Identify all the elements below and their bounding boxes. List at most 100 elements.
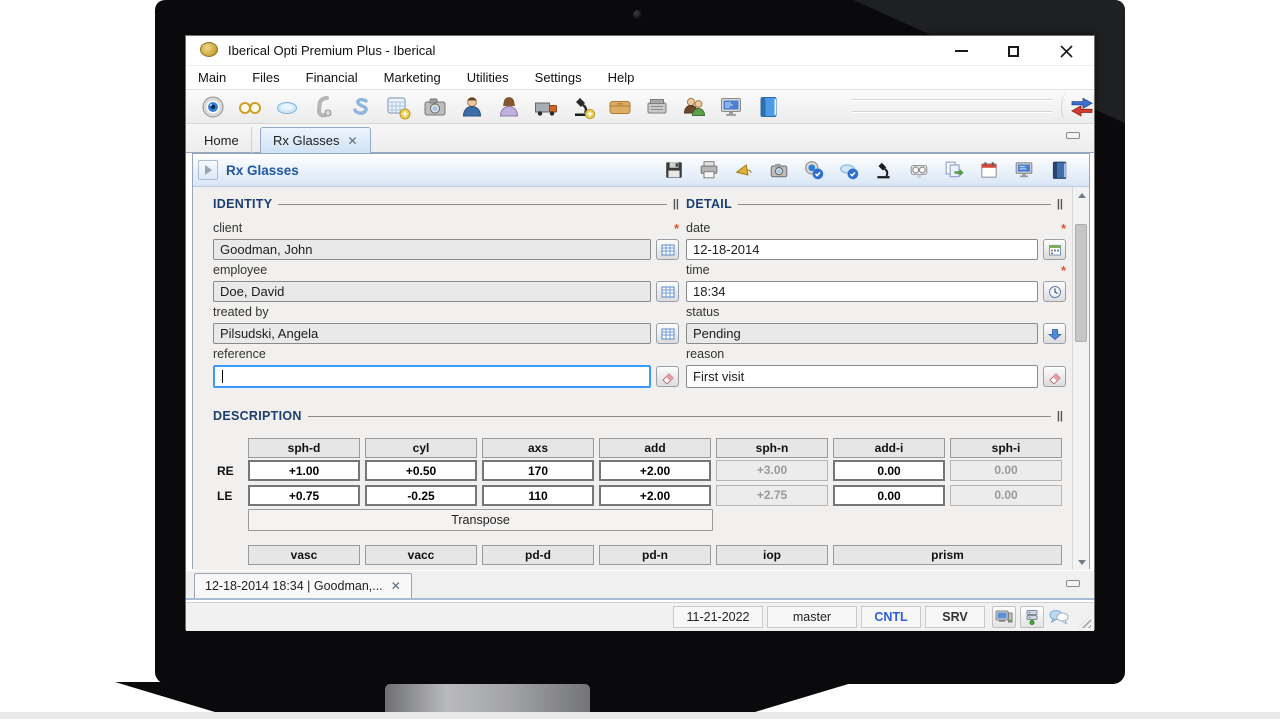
- status-field[interactable]: Pending: [686, 323, 1038, 344]
- pos-terminal-icon[interactable]: [718, 94, 744, 120]
- book-icon[interactable]: [755, 94, 781, 120]
- workstation-icon[interactable]: [992, 606, 1016, 628]
- lens-check-icon[interactable]: [839, 160, 859, 180]
- print-icon[interactable]: [699, 160, 719, 180]
- horn-icon[interactable]: [734, 160, 754, 180]
- hearing-aid-icon[interactable]: [311, 94, 337, 120]
- cell-le-sphd[interactable]: +0.75: [248, 485, 360, 506]
- record-tab-strip: 12-18-2014 18:34 | Goodman,... ✕: [186, 571, 1094, 600]
- collapse-panel-button[interactable]: [198, 160, 218, 180]
- microscope-icon[interactable]: [874, 160, 894, 180]
- cash-register-icon[interactable]: [644, 94, 670, 120]
- camera-icon[interactable]: [422, 94, 448, 120]
- menu-marketing[interactable]: Marketing: [384, 70, 441, 85]
- editor-tab-strip: Home Rx Glasses ✕: [186, 124, 1094, 153]
- tab-rx-glasses[interactable]: Rx Glasses ✕: [260, 127, 371, 153]
- description-title: DESCRIPTION: [213, 409, 302, 423]
- desk-strip: [0, 712, 1280, 719]
- save-icon[interactable]: [664, 160, 684, 180]
- col-header: sph-d: [248, 438, 360, 458]
- transpose-button[interactable]: Transpose: [248, 509, 713, 531]
- camera-small-icon[interactable]: [769, 160, 789, 180]
- network-server-icon[interactable]: [1020, 606, 1044, 628]
- cell-re-addi[interactable]: 0.00: [833, 460, 945, 481]
- copy-record-icon[interactable]: [944, 160, 964, 180]
- record-tab-label: 12-18-2014 18:34 | Goodman,...: [205, 579, 383, 593]
- cell-re-cyl[interactable]: +0.50: [365, 460, 477, 481]
- table-lookup-icon: [661, 285, 675, 299]
- chat-icon[interactable]: [1047, 606, 1071, 628]
- transfer-arrows-icon[interactable]: [1070, 96, 1094, 118]
- resize-grip[interactable]: [1078, 615, 1091, 628]
- cell-le-cyl[interactable]: -0.25: [365, 485, 477, 506]
- cell-re-axs[interactable]: 170: [482, 460, 594, 481]
- eye-icon[interactable]: [200, 94, 226, 120]
- record-tab-close-icon[interactable]: ✕: [391, 579, 401, 593]
- menu-main[interactable]: Main: [198, 70, 226, 85]
- supplier-truck-icon[interactable]: [533, 94, 559, 120]
- minimize-record-strip-icon[interactable]: [1066, 580, 1080, 587]
- menu-utilities[interactable]: Utilities: [467, 70, 509, 85]
- client-male-icon[interactable]: [459, 94, 485, 120]
- calendar-icon[interactable]: [979, 160, 999, 180]
- scrollbar-thumb[interactable]: [1075, 224, 1087, 342]
- status-date: 11-21-2022: [673, 606, 763, 628]
- reference-field[interactable]: [213, 365, 651, 388]
- calendar-add-icon[interactable]: [385, 94, 411, 120]
- maximize-button[interactable]: [998, 40, 1028, 62]
- vertical-scrollbar[interactable]: [1072, 187, 1089, 570]
- employee-lookup-button[interactable]: [656, 281, 679, 302]
- cell-re-add[interactable]: +2.00: [599, 460, 711, 481]
- scroll-down-icon[interactable]: [1073, 554, 1090, 570]
- clients-group-icon[interactable]: [681, 94, 707, 120]
- contact-lens-icon[interactable]: [274, 94, 300, 120]
- cell-re-sphd[interactable]: +1.00: [248, 460, 360, 481]
- cell-le-addi[interactable]: 0.00: [833, 485, 945, 506]
- time-picker-button[interactable]: [1043, 281, 1066, 302]
- treated-by-lookup-button[interactable]: [656, 323, 679, 344]
- date-field[interactable]: 12-18-2014: [686, 239, 1038, 260]
- menu-settings[interactable]: Settings: [535, 70, 582, 85]
- glasses-icon[interactable]: [237, 94, 263, 120]
- time-field[interactable]: 18:34: [686, 281, 1038, 302]
- client-female-icon[interactable]: [496, 94, 522, 120]
- phoropter-icon[interactable]: [909, 160, 929, 180]
- cell-le-axs[interactable]: 110: [482, 485, 594, 506]
- treated-by-field[interactable]: Pilsudski, Angela: [213, 323, 651, 344]
- scroll-up-icon[interactable]: [1073, 187, 1090, 203]
- status-dropdown-button[interactable]: [1043, 323, 1066, 344]
- close-button[interactable]: [1051, 40, 1081, 62]
- menu-financial[interactable]: Financial: [306, 70, 358, 85]
- employee-field[interactable]: Doe, David: [213, 281, 651, 302]
- client-field[interactable]: Goodman, John: [213, 239, 651, 260]
- col-header: cyl: [365, 438, 477, 458]
- pos-small-icon[interactable]: [1014, 160, 1034, 180]
- minimize-view-icon[interactable]: [1066, 132, 1080, 139]
- drawer-icon[interactable]: [607, 94, 633, 120]
- section-grip: ||: [1057, 410, 1063, 422]
- table-lookup-icon: [661, 243, 675, 257]
- minimize-button[interactable]: [946, 40, 976, 62]
- rx-glasses-view: Rx Glasses: [192, 153, 1090, 569]
- lens-s-icon[interactable]: [348, 94, 374, 120]
- record-tab[interactable]: 12-18-2014 18:34 | Goodman,... ✕: [194, 573, 412, 598]
- tab-rx-glasses-label: Rx Glasses: [273, 133, 339, 148]
- reason-field[interactable]: First visit: [686, 365, 1038, 388]
- notebook-icon[interactable]: [1049, 160, 1069, 180]
- menu-files[interactable]: Files: [252, 70, 279, 85]
- tab-close-icon[interactable]: ✕: [347, 134, 357, 148]
- client-lookup-button[interactable]: [656, 239, 679, 260]
- treated-by-label: treated by: [213, 305, 269, 319]
- date-picker-button[interactable]: [1043, 239, 1066, 260]
- microscope-add-icon[interactable]: [570, 94, 596, 120]
- status-cntl[interactable]: CNTL: [861, 606, 921, 628]
- eye-check-icon[interactable]: [804, 160, 824, 180]
- tab-home[interactable]: Home: [192, 127, 252, 153]
- reason-clear-button[interactable]: [1043, 366, 1066, 387]
- menu-help[interactable]: Help: [608, 70, 635, 85]
- reference-clear-button[interactable]: [656, 366, 679, 387]
- status-srv[interactable]: SRV: [925, 606, 985, 628]
- col-header: sph-i: [950, 438, 1062, 458]
- col-header2: pd-d: [482, 545, 594, 565]
- cell-le-add[interactable]: +2.00: [599, 485, 711, 506]
